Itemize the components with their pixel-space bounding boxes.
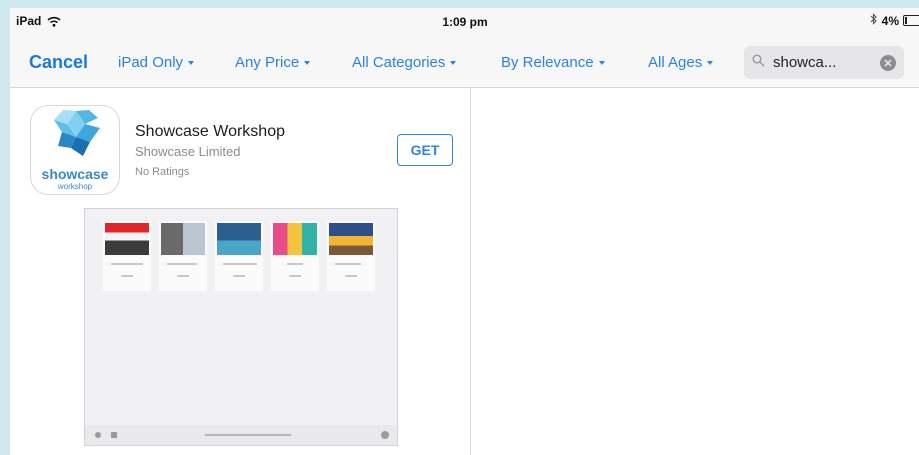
chevron-down-icon bbox=[188, 60, 195, 65]
preview-card bbox=[103, 221, 151, 291]
status-bar-right: 4% bbox=[870, 13, 919, 28]
preview-card bbox=[327, 221, 375, 291]
preview-thumb bbox=[217, 223, 261, 255]
preview-line bbox=[345, 275, 357, 277]
preview-line bbox=[223, 263, 257, 265]
battery-percent: 4% bbox=[881, 13, 899, 28]
filter-device[interactable]: iPad Only bbox=[118, 54, 195, 71]
chevron-down-icon bbox=[707, 60, 714, 65]
preview-line bbox=[335, 263, 361, 265]
preview-card bbox=[159, 221, 207, 291]
search-icon bbox=[752, 54, 765, 72]
filter-label: iPad Only bbox=[118, 54, 184, 71]
device-label: iPad bbox=[16, 14, 42, 28]
clear-search-icon[interactable] bbox=[880, 54, 896, 71]
app-icon-wordmark-sub: workshop bbox=[57, 182, 93, 191]
showcase-logo-icon bbox=[54, 110, 100, 156]
preview-thumb bbox=[329, 223, 373, 255]
battery-icon bbox=[903, 15, 919, 26]
app-store-search-screen: iPad 1:09 pm 4% Cancel iPad Only Any Pri… bbox=[10, 8, 919, 455]
preview-line bbox=[177, 275, 189, 277]
app-rating: No Ratings bbox=[135, 166, 190, 178]
preview-thumb bbox=[273, 223, 317, 255]
preview-line bbox=[287, 263, 303, 265]
preview-thumb bbox=[105, 223, 149, 255]
app-icon-wordmark: showcase bbox=[41, 166, 109, 182]
preview-gear-icon bbox=[381, 431, 389, 439]
filter-label: All Categories bbox=[352, 54, 446, 71]
filter-sort[interactable]: By Relevance bbox=[501, 54, 605, 71]
status-time: 1:09 pm bbox=[442, 15, 488, 29]
preview-status-bar bbox=[85, 209, 397, 217]
get-button[interactable]: GET bbox=[397, 134, 453, 166]
filter-label: By Relevance bbox=[501, 54, 594, 71]
preview-bottom-line bbox=[205, 434, 291, 436]
search-field[interactable]: showca... bbox=[744, 46, 904, 79]
filter-age[interactable]: All Ages bbox=[648, 54, 714, 71]
preview-thumb bbox=[161, 223, 205, 255]
app-icon[interactable]: showcase workshop bbox=[30, 105, 120, 195]
wifi-icon bbox=[47, 16, 61, 27]
chevron-down-icon bbox=[450, 60, 457, 65]
filter-category[interactable]: All Categories bbox=[352, 54, 457, 71]
chevron-down-icon bbox=[598, 60, 605, 65]
cancel-button[interactable]: Cancel bbox=[29, 52, 88, 73]
preview-bottom-bar bbox=[85, 425, 397, 445]
filter-label: Any Price bbox=[235, 54, 300, 71]
app-screenshot-preview[interactable] bbox=[84, 208, 398, 446]
filter-price[interactable]: Any Price bbox=[235, 54, 311, 71]
preview-card bbox=[215, 221, 263, 291]
preview-line bbox=[167, 263, 197, 265]
preview-line bbox=[121, 275, 133, 277]
app-name[interactable]: Showcase Workshop bbox=[135, 123, 285, 141]
pane-divider bbox=[470, 88, 471, 455]
preview-dot-icon bbox=[95, 432, 101, 438]
preview-line bbox=[111, 263, 143, 265]
preview-line bbox=[289, 275, 301, 277]
top-bar: iPad 1:09 pm 4% Cancel iPad Only Any Pri… bbox=[10, 8, 919, 88]
preview-line bbox=[233, 275, 245, 277]
chevron-down-icon bbox=[304, 60, 311, 65]
filter-label: All Ages bbox=[648, 54, 703, 71]
preview-card bbox=[271, 221, 319, 291]
preview-square-icon bbox=[111, 432, 117, 438]
search-query[interactable]: showca... bbox=[773, 54, 872, 71]
bluetooth-icon bbox=[870, 13, 878, 28]
app-developer: Showcase Limited bbox=[135, 144, 241, 159]
status-bar-left: iPad bbox=[16, 14, 61, 28]
